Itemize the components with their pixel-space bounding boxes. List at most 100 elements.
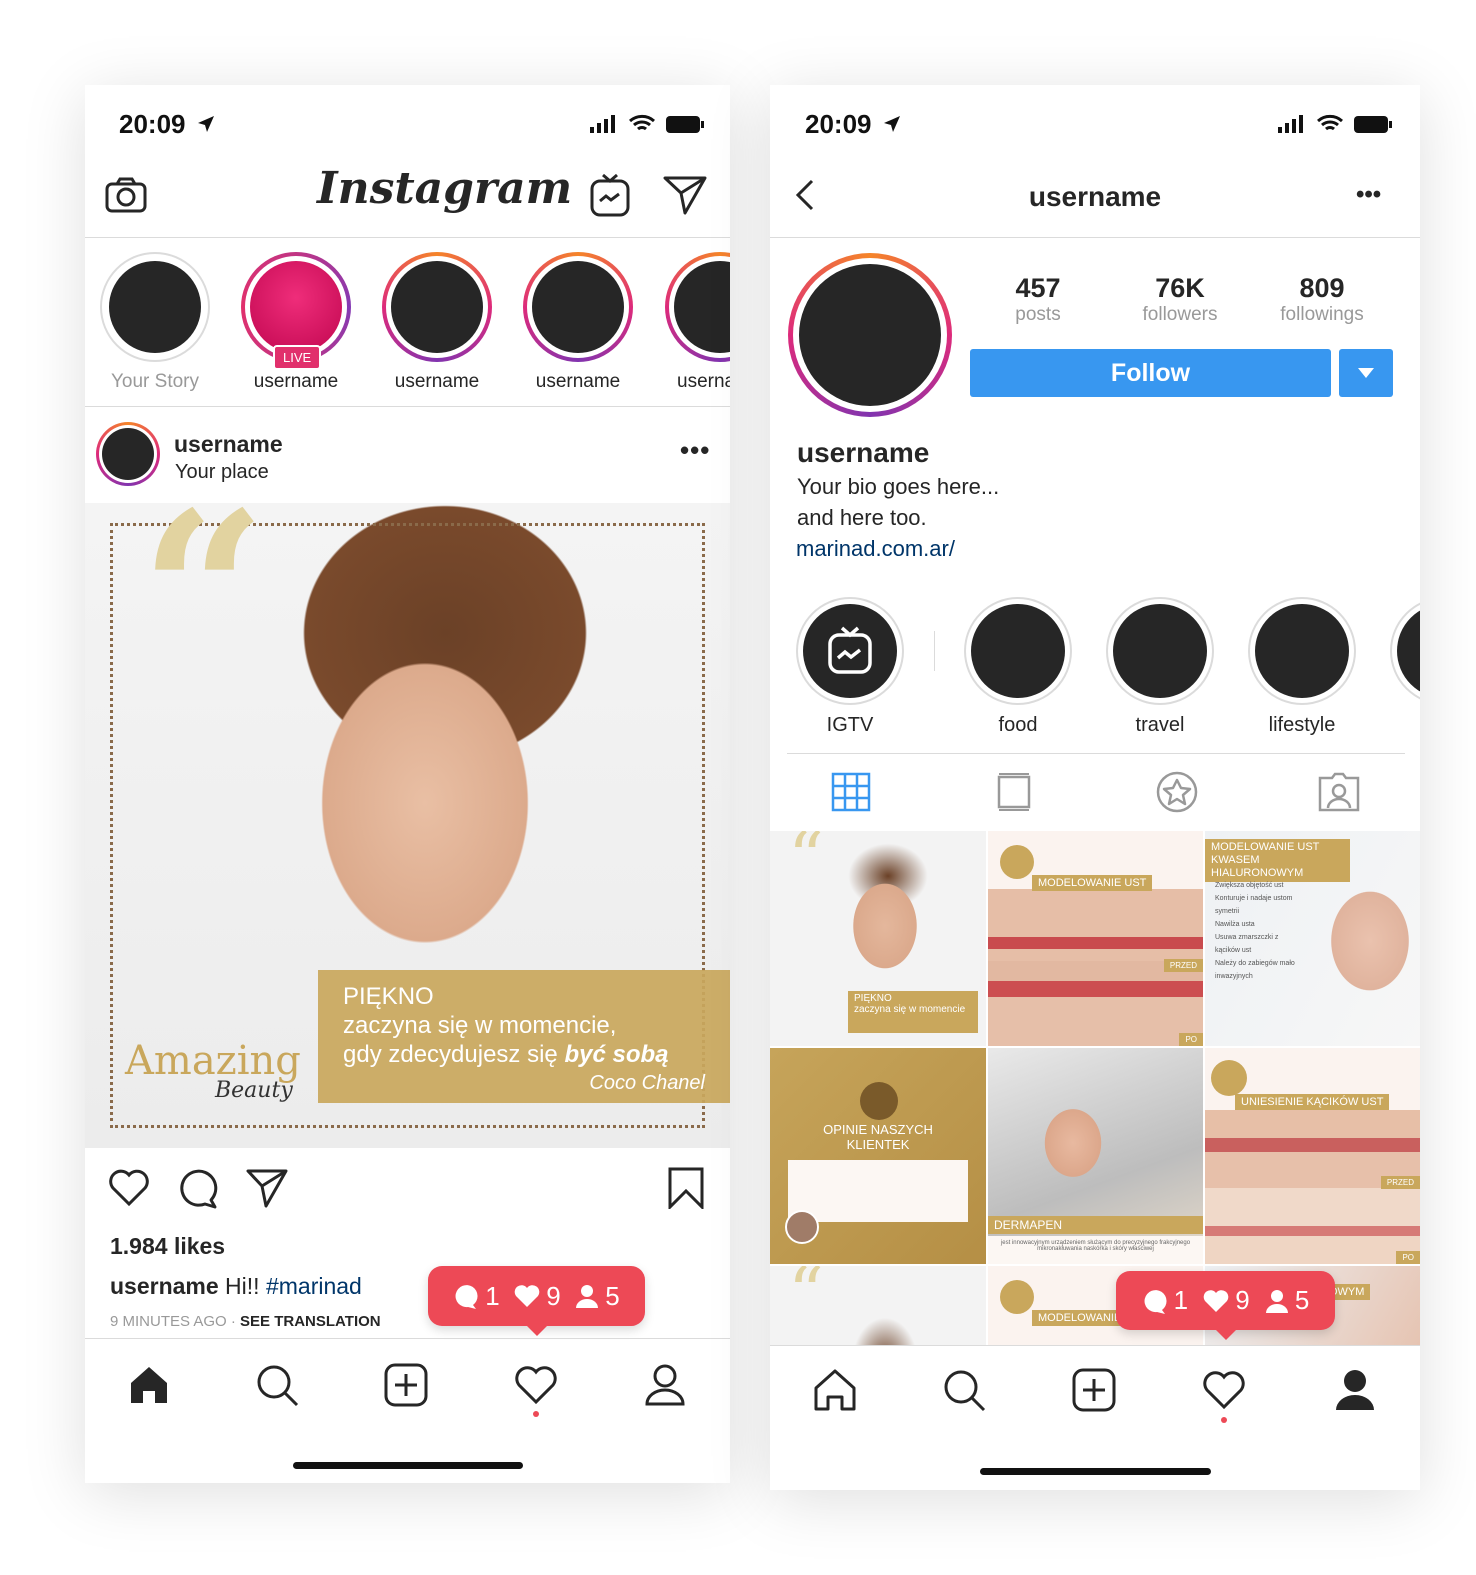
lips-icon — [1000, 1280, 1034, 1314]
checklist: Zwiększa objętość ust Konturuje i nadaje … — [1215, 882, 1295, 980]
grid-post[interactable]: “ PIĘKNO zaczyna się w momencie — [770, 831, 986, 1046]
status-time: 20:09 — [805, 109, 872, 139]
status-time: 20:09 — [119, 109, 186, 139]
heart-icon — [514, 1285, 540, 1307]
before-label: PRZED — [1163, 959, 1203, 972]
quote-mark-icon: “ — [788, 1266, 824, 1334]
after-label: PO — [1396, 1251, 1420, 1264]
highlight-label: food — [998, 714, 1038, 736]
stat-followers[interactable]: 76K followers — [1120, 273, 1240, 326]
profile-icon[interactable] — [645, 1364, 685, 1406]
caption-text: Hi!! — [218, 1273, 266, 1299]
tile-caption: MODELOWANIE UST — [1032, 875, 1153, 891]
testimonial-card — [788, 1160, 968, 1222]
grid-post[interactable]: MODELOWANIE UST KWASEM HIALURONOWYM Zwię… — [1205, 831, 1420, 1046]
home-indicator — [293, 1462, 523, 1469]
comment-icon — [1144, 1289, 1167, 1314]
highlight-travel[interactable] — [1106, 597, 1214, 705]
tile-caption: MODELOWANIE — [1032, 1310, 1128, 1326]
igtv-icon[interactable] — [590, 173, 630, 217]
grid-post[interactable]: UNIESIENIE KĄCIKÓW UST PRZED PO — [1205, 1048, 1420, 1264]
live-badge: LIVE — [273, 345, 322, 370]
tagged-person-icon[interactable] — [1318, 772, 1360, 812]
home-icon[interactable] — [128, 1365, 170, 1405]
story-item[interactable] — [382, 252, 492, 362]
share-icon[interactable] — [246, 1168, 288, 1208]
activity-icon[interactable] — [514, 1365, 558, 1405]
search-icon[interactable] — [942, 1368, 986, 1412]
brand-logo-sub: Beauty — [215, 1078, 293, 1103]
like-icon[interactable] — [108, 1169, 150, 1207]
highlight-food[interactable] — [964, 597, 1072, 705]
story-label: Your Story — [110, 371, 200, 392]
story-your-story[interactable] — [100, 252, 210, 362]
camera-icon[interactable] — [105, 177, 147, 213]
story-item[interactable] — [523, 252, 633, 362]
likes-count[interactable]: 1.984 likes — [110, 1233, 225, 1260]
story-label: username — [394, 371, 480, 392]
highlight-igtv[interactable] — [796, 597, 904, 705]
more-options-icon[interactable]: ••• — [680, 435, 710, 466]
grid-icon[interactable] — [831, 772, 871, 812]
add-icon[interactable] — [1072, 1368, 1116, 1412]
suggestions-dropdown-button[interactable] — [1339, 349, 1393, 397]
thumbs-up-icon — [860, 1082, 898, 1120]
home-indicator — [980, 1468, 1211, 1475]
heart-icon — [1203, 1289, 1229, 1312]
lips-icon — [1000, 845, 1034, 879]
search-icon[interactable] — [255, 1363, 299, 1407]
quote-mark-icon: “ — [140, 463, 267, 722]
post-image[interactable]: “ PIĘKNO zaczyna się w momencie, gdy zde… — [85, 483, 730, 1148]
see-translation-link[interactable]: SEE TRANSLATION — [240, 1313, 381, 1330]
bookmark-icon[interactable] — [668, 1167, 704, 1209]
post-time: 9 MINUTES AGO — [110, 1313, 227, 1330]
story-item[interactable] — [665, 252, 730, 362]
home-icon[interactable] — [813, 1369, 857, 1411]
tile-caption: UNIESIENIE KĄCIKÓW UST — [1235, 1094, 1390, 1110]
profile-name: username — [797, 437, 930, 468]
grid-post[interactable]: DERMAPEN jest innowacyjnym urządzeniem s… — [988, 1048, 1203, 1264]
tile-description: jest innowacyjnym urządzeniem służącym d… — [988, 1236, 1203, 1264]
location-arrow-icon — [198, 116, 214, 132]
bio-link[interactable]: marinad.com.ar/ — [796, 536, 955, 562]
activity-icon[interactable] — [1202, 1370, 1246, 1410]
highlight-lifestyle[interactable] — [1248, 597, 1356, 705]
feed-icon[interactable] — [997, 772, 1031, 812]
tile-caption: MODELOWANIE UST KWASEM HIALURONOWYM — [1205, 839, 1350, 882]
tagged-star-icon[interactable] — [1156, 771, 1198, 813]
stat-followings[interactable]: 809 followings — [1262, 273, 1382, 326]
profile-icon[interactable] — [1335, 1369, 1375, 1411]
grid-post[interactable]: OPINIE NASZYCH KLIENTEK — [770, 1048, 986, 1264]
after-label: PO — [1179, 1033, 1203, 1046]
grid-post[interactable]: “ — [770, 1266, 986, 1345]
quote-title: PIĘKNO — [343, 983, 434, 1010]
igtv-icon — [828, 626, 872, 674]
activity-notification[interactable]: 1 9 5 — [1116, 1271, 1335, 1340]
follow-button[interactable]: Follow — [970, 349, 1331, 397]
person-icon — [1265, 1289, 1288, 1313]
bio-line: Your bio goes here... — [797, 474, 1000, 499]
hashtag-link[interactable]: #marinad — [266, 1273, 362, 1299]
comment-icon[interactable] — [177, 1167, 219, 1209]
profile-avatar[interactable] — [788, 253, 952, 417]
feed-screen: 20:09 Instagram LIVE Your Story username… — [85, 85, 730, 1483]
posts-grid: “ PIĘKNO zaczyna się w momencie MODELOWAN… — [770, 831, 1420, 1345]
direct-message-icon[interactable] — [663, 175, 707, 215]
status-icons — [1278, 114, 1392, 133]
add-icon[interactable] — [384, 1363, 428, 1407]
caret-down-icon — [1358, 368, 1374, 378]
tile-caption: PIĘKNO zaczyna się w momencie — [848, 991, 978, 1033]
caption-username[interactable]: username — [110, 1273, 219, 1299]
grid-post[interactable]: MODELOWANIE UST PRZED PO — [988, 831, 1203, 1046]
highlight-label: lifestyle — [1268, 714, 1336, 736]
tile-caption: DERMAPEN — [988, 1216, 1203, 1234]
instagram-logo: Instagram — [317, 163, 573, 214]
profile-screen: 20:09 username ••• 457 posts 76K followers… — [770, 85, 1420, 1490]
highlight-item[interactable] — [1390, 597, 1420, 705]
like-count: 9 — [1235, 1285, 1250, 1315]
stat-posts[interactable]: 457 posts — [998, 273, 1078, 326]
post-username[interactable]: username — [174, 431, 283, 458]
more-options-icon[interactable]: ••• — [1356, 181, 1381, 209]
divider — [770, 1345, 1420, 1346]
activity-notification[interactable]: 1 9 5 — [428, 1266, 645, 1336]
